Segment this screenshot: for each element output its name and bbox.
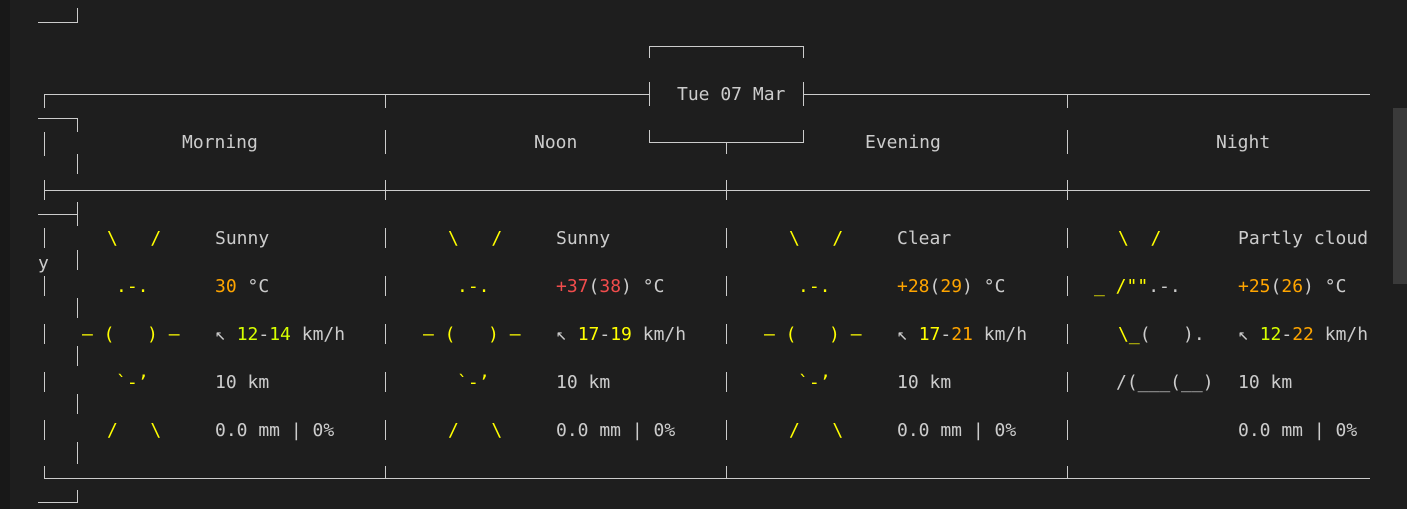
partly-cloudy-icon: /(___(__) (1116, 372, 1214, 393)
corner-line (77, 8, 78, 22)
corner-line (38, 22, 78, 23)
sun-icon: \ / (448, 228, 503, 249)
vertical-scrollbar[interactable] (1393, 108, 1407, 284)
table-top-border (803, 94, 1370, 95)
sun-icon: `-’ (116, 372, 149, 393)
sun-icon: / \ (107, 420, 162, 441)
sun-icon: .-. (457, 276, 490, 297)
condition-text: Clear (897, 228, 952, 249)
period-header-noon: Noon (534, 132, 578, 153)
period-header-night: Night (1216, 132, 1271, 153)
wind: ↖ 12-14 km/h (215, 324, 346, 345)
sun-icon: / \ (789, 420, 844, 441)
wind-arrow-icon: ↖ (1238, 324, 1249, 345)
sun-icon: \ / (107, 228, 162, 249)
wind-arrow-icon: ↖ (897, 324, 908, 345)
visibility: 10 km (1238, 372, 1293, 393)
condition-text: Partly cloud (1238, 228, 1369, 249)
condition-text: Sunny (556, 228, 611, 249)
visibility: 10 km (215, 372, 270, 393)
temperature: +37(38) °C (556, 276, 665, 297)
temperature: +25(26) °C (1238, 276, 1347, 297)
precipitation: 0.0 mm | 0% (556, 420, 676, 441)
stray-character: y (38, 253, 49, 274)
precipitation: 0.0 mm | 0% (215, 420, 335, 441)
period-header-morning: Morning (182, 132, 258, 153)
precipitation: 0.0 mm | 0% (897, 420, 1017, 441)
wind: ↖ 17-21 km/h (897, 324, 1028, 345)
sun-icon: \ / (789, 228, 844, 249)
sun-icon: ― ( ) ― (423, 324, 521, 345)
table-top-border (44, 94, 650, 95)
visibility: 10 km (556, 372, 611, 393)
temperature: 30 °C (215, 276, 270, 297)
partly-cloudy-icon: \_( ). (1118, 324, 1205, 345)
wind: ↖ 12-22 km/h (1238, 324, 1369, 345)
sun-icon: `-’ (798, 372, 831, 393)
period-header-evening: Evening (865, 132, 941, 153)
table-bottom-border (44, 478, 1370, 479)
sun-icon: ― ( ) ― (764, 324, 862, 345)
sun-icon: ― ( ) ― (82, 324, 180, 345)
condition-text: Sunny (215, 228, 270, 249)
wind: ↖ 17-19 km/h (556, 324, 687, 345)
precipitation: 0.0 mm | 0% (1238, 420, 1358, 441)
editor-gutter (0, 0, 10, 509)
sun-icon: / \ (448, 420, 503, 441)
visibility: 10 km (897, 372, 952, 393)
partly-cloudy-icon: \ / (1118, 228, 1162, 249)
wind-arrow-icon: ↖ (556, 324, 567, 345)
temperature: +28(29) °C (897, 276, 1006, 297)
header-separator (44, 190, 1370, 191)
forecast-date: Tue 07 Mar (677, 84, 786, 105)
sun-icon: `-’ (457, 372, 490, 393)
sun-icon: .-. (116, 276, 149, 297)
sun-icon: .-. (798, 276, 831, 297)
wind-arrow-icon: ↖ (215, 324, 226, 345)
partly-cloudy-icon: _ /"".-. (1094, 276, 1181, 297)
